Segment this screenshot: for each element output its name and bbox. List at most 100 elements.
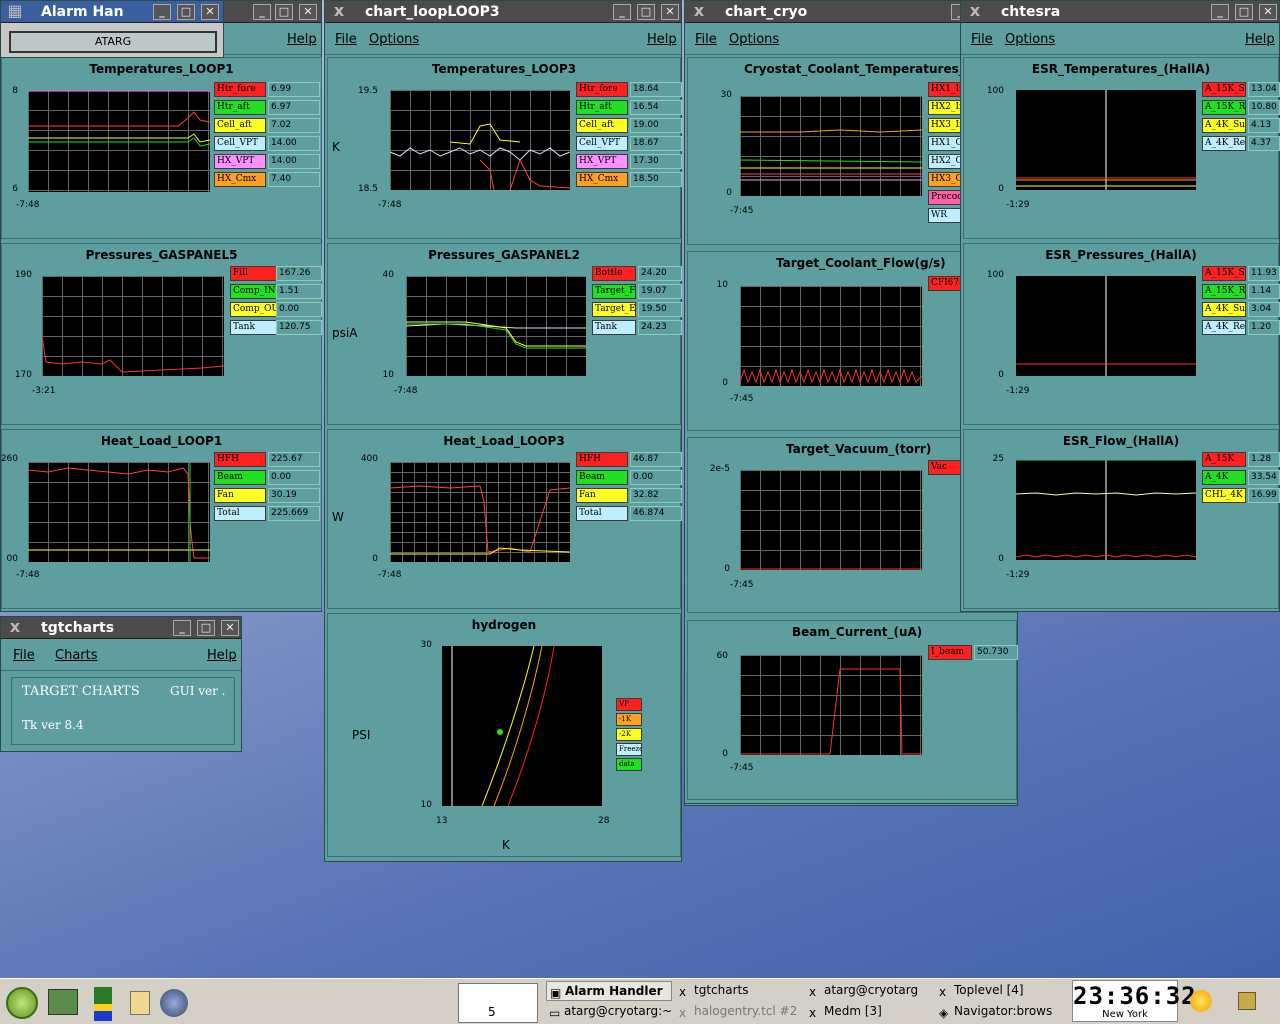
office-icon[interactable] — [130, 991, 150, 1015]
close-icon[interactable]: ✕ — [221, 620, 239, 636]
task-terminal-2[interactable]: ▭ atarg@cryotarg:~ — [546, 1002, 672, 1022]
legend-label[interactable]: Fill — [230, 266, 282, 281]
legend-label[interactable]: HX2_Out — [928, 154, 964, 169]
legend-label[interactable]: Total — [576, 506, 628, 521]
legend-label[interactable]: HX_VPT — [576, 154, 628, 169]
legend-label[interactable]: Htr_fore — [576, 82, 628, 97]
maximize-icon[interactable]: □ — [1235, 4, 1253, 20]
weather-sun-icon[interactable] — [1190, 990, 1212, 1012]
legend-label[interactable]: HX3_Out — [928, 172, 964, 187]
legend-label[interactable]: Cell_VPT — [214, 136, 266, 151]
legend-label[interactable]: Beam — [576, 470, 628, 485]
menu-file[interactable]: File — [971, 32, 993, 47]
menu-options[interactable]: Options — [369, 32, 419, 47]
legend-label[interactable]: Fan — [214, 488, 266, 503]
legend-label[interactable]: HX_Cmx — [214, 172, 266, 187]
legend-label[interactable]: Tank — [230, 320, 282, 335]
close-icon[interactable]: ✕ — [201, 4, 219, 20]
legend-label[interactable]: HX1_Out — [928, 136, 964, 151]
legend-label[interactable]: WR — [928, 208, 964, 223]
legend-label[interactable]: Target_E — [592, 302, 636, 317]
legend-label[interactable]: Total — [214, 506, 266, 521]
legend-label[interactable]: Cell_aft — [576, 118, 628, 133]
system-monitor-icon[interactable] — [94, 987, 112, 1021]
menu-help[interactable]: Help — [647, 32, 677, 47]
legend-label[interactable]: HX_Cmx — [576, 172, 628, 187]
legend-label[interactable]: Htr_aft — [576, 100, 628, 115]
legend-label[interactable]: HX2_In — [928, 100, 964, 115]
legend-label[interactable]: A_15K — [1202, 452, 1246, 467]
legend-label[interactable]: A_4K_Sup — [1202, 302, 1246, 317]
legend-label[interactable]: A_15K_S — [1202, 266, 1246, 281]
menu-file[interactable]: File — [335, 32, 357, 47]
legend-label[interactable]: Comp_OU — [230, 302, 282, 317]
legend-label[interactable]: A_4K — [1202, 470, 1246, 485]
menu-help[interactable]: Help — [1245, 32, 1275, 47]
legend-label[interactable]: A_4K_Re — [1202, 320, 1246, 335]
clock[interactable]: 23:36:32 New York — [1072, 980, 1196, 1022]
legend-label[interactable]: HX1_In — [928, 82, 964, 97]
legend-label[interactable]: CHL_4K — [1202, 488, 1246, 503]
tgtcharts-titlebar[interactable]: ⅹ tgtcharts _ □ ✕ — [1, 617, 241, 639]
close-icon[interactable]: ✕ — [661, 4, 679, 20]
task-navigator[interactable]: ◈ Navigator:brows — [936, 1002, 1062, 1022]
pager-icon[interactable] — [458, 983, 538, 1023]
minimize-icon[interactable]: _ — [1211, 4, 1229, 20]
legend-label[interactable]: A_15K_S — [1202, 82, 1246, 97]
esr-titlebar[interactable]: ⅹ chtesra _ □ ✕ — [961, 1, 1279, 23]
legend-label[interactable]: Fan — [576, 488, 628, 503]
legend-label[interactable]: HFH — [576, 452, 628, 467]
legend-label[interactable]: A_4K_Sup — [1202, 118, 1246, 133]
minimize-icon[interactable]: _ — [173, 620, 191, 636]
display-settings-icon[interactable] — [48, 989, 78, 1015]
legend-label[interactable]: Target_F — [592, 284, 636, 299]
close-icon[interactable]: ✕ — [1259, 4, 1277, 20]
legend-label[interactable]: Beam — [214, 470, 266, 485]
close-icon[interactable]: ✕ — [299, 4, 317, 20]
legend-label[interactable]: HX3_In — [928, 118, 964, 133]
maximize-icon[interactable]: □ — [637, 4, 655, 20]
legend-label[interactable]: Freeze — [616, 743, 642, 756]
atarg-button[interactable]: ATARG — [9, 31, 217, 53]
legend-label[interactable]: A_15K_R — [1202, 100, 1246, 115]
legend-label[interactable]: Cell_VPT — [576, 136, 628, 151]
start-menu-icon[interactable] — [6, 987, 38, 1019]
legend-label[interactable]: Cell_aft — [214, 118, 266, 133]
minimize-icon[interactable]: _ — [153, 4, 171, 20]
task-toplevel[interactable]: ⅹ Toplevel [4] — [936, 981, 1062, 1001]
legend-label[interactable]: I_beam — [928, 645, 972, 660]
menu-options[interactable]: Options — [1005, 32, 1055, 47]
maximize-icon[interactable]: □ — [197, 620, 215, 636]
task-halogentry[interactable]: ⅹ halogentry.tcl #2 — [676, 1002, 802, 1022]
minimize-icon[interactable]: _ — [613, 4, 631, 20]
legend-label[interactable]: VP — [616, 698, 642, 711]
lock-icon[interactable] — [1238, 992, 1256, 1010]
menu-help[interactable]: Help — [287, 32, 317, 47]
legend-label[interactable]: Htr_aft — [214, 100, 266, 115]
legend-label[interactable]: Vac — [928, 460, 964, 475]
legend-label[interactable]: Tank — [592, 320, 636, 335]
task-medm[interactable]: ⅹ Medm [3] — [806, 1002, 932, 1022]
menu-options[interactable]: Options — [729, 32, 779, 47]
legend-label[interactable]: CFI673 — [928, 276, 964, 291]
minimize-icon[interactable]: _ — [253, 4, 271, 20]
legend-label[interactable]: HFH — [214, 452, 266, 467]
browser-globe-icon[interactable] — [160, 989, 188, 1017]
menu-help[interactable]: Help — [207, 648, 237, 663]
task-alarm-handler[interactable]: ▣ Alarm Handler — [546, 981, 672, 1001]
legend-label[interactable]: Htr_fore — [214, 82, 266, 97]
legend-label[interactable]: -2K — [616, 728, 642, 741]
task-tgtcharts[interactable]: ⅹ tgtcharts — [676, 981, 802, 1001]
maximize-icon[interactable]: □ — [177, 4, 195, 20]
legend-label[interactable]: A_15K_R — [1202, 284, 1246, 299]
maximize-icon[interactable]: □ — [275, 4, 293, 20]
menu-file[interactable]: File — [13, 648, 35, 663]
desktop-number[interactable]: 5 — [488, 1005, 496, 1019]
alarm-titlebar[interactable]: ▦ Alarm Han _ □ ✕ — [1, 1, 223, 23]
loop3-titlebar[interactable]: ⅹ chart_loopLOOP3 _ □ ✕ — [325, 1, 681, 23]
legend-label[interactable]: A_4K_Re — [1202, 136, 1246, 151]
legend-label[interactable]: Precool — [928, 190, 964, 205]
menu-file[interactable]: File — [695, 32, 717, 47]
legend-label[interactable]: -1K — [616, 713, 642, 726]
menu-charts[interactable]: Charts — [55, 648, 98, 663]
